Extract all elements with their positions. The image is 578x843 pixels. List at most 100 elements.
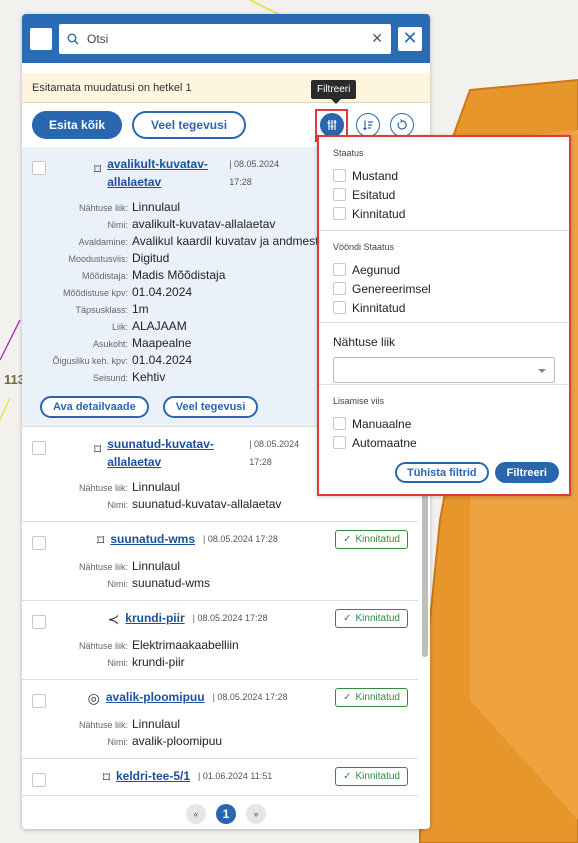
- filter-option[interactable]: Kinnitatud: [333, 204, 555, 223]
- clear-filters-button[interactable]: Tühista filtrid: [394, 462, 489, 483]
- filter-tooltip: Filtreeri: [311, 80, 357, 104]
- close-panel-button[interactable]: ✕: [398, 26, 422, 51]
- item-title-link[interactable]: avalikult-kuvatav-allalaetav: [107, 155, 217, 191]
- filter-option[interactable]: Esitatud: [333, 185, 555, 204]
- item-date: | 01.06.2024 11:51: [198, 771, 273, 781]
- item-more-actions-button[interactable]: Veel tegevusi: [162, 396, 259, 418]
- list-item[interactable]: ≺ krundi-piir | 08.05.2024 17:28 ✓ Kinnit…: [22, 601, 418, 680]
- prop-value: ALAJAAM: [132, 319, 187, 333]
- filter-option[interactable]: Kinnitatud: [333, 298, 555, 317]
- list-item[interactable]: ⌑ keldri-tee-5/1 | 01.06.2024 11:51 ✓ Kin…: [22, 759, 418, 796]
- prop-key: Nähtuse liik:: [78, 720, 128, 730]
- search-input[interactable]: [87, 31, 364, 46]
- apply-filter-button[interactable]: Filtreeri: [494, 462, 559, 483]
- feature-type-select[interactable]: [333, 357, 555, 383]
- item-date: | 08.05.2024 17:28: [203, 534, 278, 544]
- prop-value: avalikult-kuvatav-allalaetav: [132, 217, 276, 231]
- filter-checkbox[interactable]: [333, 263, 346, 276]
- item-title-link[interactable]: keldri-tee-5/1: [116, 767, 190, 785]
- filter-checkbox[interactable]: [333, 417, 346, 430]
- filter-option[interactable]: Automaatne: [333, 433, 555, 452]
- item-checkbox[interactable]: [32, 694, 46, 708]
- prop-value: Elektrimaakaabelliin: [132, 638, 239, 652]
- refresh-icon: [397, 119, 407, 130]
- current-page-button[interactable]: 1: [216, 804, 236, 824]
- status-badge: ✓ Kinnitatud: [335, 767, 408, 786]
- list-item[interactable]: ⌑ suunatud-wms | 08.05.2024 17:28 ✓ Kinni…: [22, 522, 418, 601]
- status-badge-label: Kinnitatud: [355, 534, 400, 545]
- check-icon: ✓: [343, 613, 352, 624]
- item-checkbox[interactable]: [32, 441, 46, 455]
- top-bar: ✕ ✕: [22, 14, 430, 63]
- item-title-link[interactable]: avalik-ploomipuu: [106, 688, 205, 706]
- prop-key: Mõõdistuse kpv:: [62, 288, 128, 298]
- refresh-button[interactable]: [390, 113, 414, 137]
- prop-key: Nähtuse liik:: [78, 483, 128, 493]
- item-date: | 08.05.2024 17:28: [229, 159, 280, 187]
- item-checkbox[interactable]: [32, 615, 46, 629]
- prop-key: Seisund:: [92, 373, 128, 383]
- filter-option[interactable]: Manuaalne: [333, 414, 555, 433]
- filter-button[interactable]: [320, 113, 344, 137]
- prop-value: Avalikul kaardil kuvatav ja andmestik: [132, 234, 328, 248]
- prop-value: krundi-piir: [132, 655, 185, 669]
- item-checkbox[interactable]: [32, 773, 46, 787]
- item-title-link[interactable]: suunatud-kuvatav-allalaetav: [107, 435, 237, 471]
- filter-option-label: Aegunud: [352, 262, 401, 277]
- add-method-filter-section: Lisamise viis Manuaalne Automaatne: [319, 385, 569, 460]
- filter-option-label: Automaatne: [352, 435, 417, 450]
- prop-value: Kehtiv: [132, 370, 166, 384]
- prop-key: Mõõdistaja:: [81, 271, 128, 281]
- prop-value: 01.04.2024: [132, 285, 193, 299]
- prop-value: Digitud: [132, 251, 170, 265]
- prop-value: avalik-ploomipuu: [132, 734, 223, 748]
- filter-option[interactable]: Genereerimsel: [333, 279, 555, 298]
- filter-checkbox[interactable]: [333, 301, 346, 314]
- filter-checkbox[interactable]: [333, 282, 346, 295]
- item-title-link[interactable]: suunatud-wms: [110, 530, 195, 548]
- prop-value: suunatud-wms: [132, 576, 211, 590]
- sort-icon: [363, 120, 373, 131]
- item-date: | 08.05.2024 17:28: [249, 439, 300, 467]
- scrollbar-thumb[interactable]: [422, 477, 428, 657]
- item-title-link[interactable]: krundi-piir: [125, 609, 184, 627]
- item-properties: Nähtuse liik: Linnulaul Nimi: suunatud-wms: [32, 558, 408, 592]
- pending-changes-notice: Esitamata muudatusi on hetkel 1: [22, 73, 430, 103]
- menu-button[interactable]: [30, 27, 52, 50]
- filter-checkbox[interactable]: [333, 207, 346, 220]
- list-item[interactable]: ◎ avalik-ploomipuu | 08.05.2024 17:28 ✓ K…: [22, 680, 418, 759]
- filter-buttons: Tühista filtrid Filtreeri: [394, 462, 559, 483]
- prop-key: Nähtuse liik:: [78, 203, 128, 213]
- next-page-button[interactable]: »: [246, 804, 266, 824]
- item-properties: Nähtuse liik: Elektrimaakaabelliin Nimi: k…: [32, 637, 408, 671]
- sort-button[interactable]: [356, 113, 380, 137]
- prop-value: Linnulaul: [132, 200, 181, 214]
- status-filter-title: Staatus: [333, 148, 364, 158]
- filter-option[interactable]: Aegunud: [333, 260, 555, 279]
- filter-checkbox[interactable]: [333, 188, 346, 201]
- prop-key: Nimi:: [107, 220, 129, 230]
- prop-key: Nimi:: [107, 579, 129, 589]
- prop-key: Moodustusviis:: [68, 254, 128, 264]
- item-checkbox[interactable]: [32, 536, 46, 550]
- clear-search-icon[interactable]: ✕: [371, 30, 383, 47]
- prop-key: Nähtuse liik:: [78, 641, 128, 651]
- item-checkbox[interactable]: [32, 161, 46, 175]
- prop-value: 01.04.2024: [132, 353, 193, 367]
- prev-page-button[interactable]: «: [186, 804, 206, 824]
- prop-value: Linnulaul: [132, 480, 181, 494]
- pagination: « 1 »: [22, 799, 430, 829]
- more-actions-button[interactable]: Veel tegevusi: [132, 111, 247, 139]
- filter-option[interactable]: Mustand: [333, 166, 555, 185]
- prop-value: Linnulaul: [132, 559, 181, 573]
- prop-key: Asukoht:: [92, 339, 128, 349]
- prop-key: Nimi:: [107, 500, 129, 510]
- submit-all-button[interactable]: Esita kõik: [32, 111, 123, 139]
- filter-checkbox[interactable]: [333, 169, 346, 182]
- open-detail-button[interactable]: Ava detailvaade: [40, 396, 149, 418]
- zone-status-filter-title: Vööndi Staatus: [333, 242, 395, 252]
- filter-checkbox[interactable]: [333, 436, 346, 449]
- search-box[interactable]: ✕: [59, 23, 391, 54]
- prop-key: Nimi:: [107, 737, 129, 747]
- add-method-filter-title: Lisamise viis: [333, 396, 385, 406]
